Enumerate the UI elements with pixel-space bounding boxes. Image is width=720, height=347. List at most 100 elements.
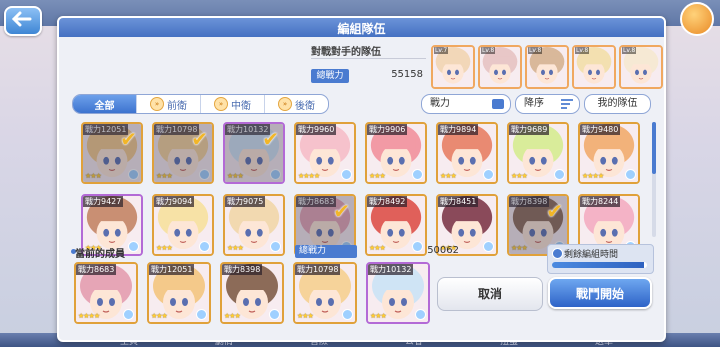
opponent-power-value: 55158 <box>391 69 423 80</box>
card-stars: ★★★ <box>440 172 457 180</box>
team-member-card[interactable]: 戰力8398 ★★★ <box>220 262 284 324</box>
opponent-portrait: Lv.8 <box>525 45 569 89</box>
card-stars: ★★★ <box>227 244 244 252</box>
checkmark-icon: ✔ <box>333 199 350 223</box>
roster-card[interactable]: 戰力9689 ★★★ <box>507 122 569 184</box>
position-icon <box>270 241 281 252</box>
opponent-level: Lv.8 <box>528 47 543 54</box>
position-icon <box>412 169 423 180</box>
roster-card[interactable]: 戰力10132 ★★★ ✔ <box>223 122 285 184</box>
position-icon <box>196 309 207 320</box>
my-team-label: 我的隊伍 <box>597 98 638 109</box>
back-button[interactable] <box>4 6 42 36</box>
roster-card[interactable]: 戰力9480 ★★★★ <box>578 122 640 184</box>
menu-button[interactable] <box>680 2 714 36</box>
remaining-time-panel: 剩餘編組時間 <box>547 244 654 274</box>
card-power: 戰力8244 <box>580 196 621 207</box>
checkmark-icon: ✔ <box>120 127 137 151</box>
opponent-portrait: Lv.7 <box>431 45 475 89</box>
cancel-button[interactable]: 取消 <box>437 277 543 311</box>
card-power: 戰力9960 <box>296 124 337 135</box>
position-icon: » <box>150 97 164 111</box>
opponent-portrait: Lv.8 <box>572 45 616 89</box>
team-member-card[interactable]: 戰力8683 ★★★★ <box>74 262 138 324</box>
tab-label: 前衛 <box>167 100 187 112</box>
opponent-power-label: 總戰力 <box>311 69 349 83</box>
position-icon <box>341 169 352 180</box>
card-power: 戰力9894 <box>438 124 479 135</box>
roster-card[interactable]: 戰力9894 ★★★ <box>436 122 498 184</box>
current-members-label: 當前的成員 <box>75 249 125 260</box>
card-power: 戰力8492 <box>367 196 408 207</box>
roster-card[interactable]: 戰力9960 ★★★★ <box>294 122 356 184</box>
remaining-time-bar <box>552 262 647 268</box>
team-member-card[interactable]: 戰力10132 ★★★ <box>366 262 430 324</box>
checkmark-icon: ✔ <box>546 199 563 223</box>
card-power: 戰力9427 <box>83 196 124 207</box>
roster-card[interactable]: 戰力9094 ★★★ <box>152 194 214 256</box>
scrollbar-thumb[interactable] <box>652 122 656 174</box>
divider <box>311 58 426 59</box>
position-icon <box>128 241 139 252</box>
sort-order-button[interactable]: 降序 <box>515 94 580 114</box>
tab-filter[interactable]: 全部 <box>73 95 136 113</box>
position-icon <box>123 309 134 320</box>
roster-card[interactable]: 戰力10798 ★★★ ✔ <box>152 122 214 184</box>
checkmark-icon: ✔ <box>262 127 279 151</box>
roster-scrollbar[interactable] <box>652 122 656 237</box>
card-stars: ★★★ <box>511 172 528 180</box>
position-icon <box>625 169 636 180</box>
team-formation-dialog: 編組隊伍 對戰對手的隊伍 總戰力 55158 Lv.7 Lv.8 Lv.8 Lv.8 L… <box>57 16 666 342</box>
remaining-time-label: 剩餘編組時間 <box>564 250 619 260</box>
position-icon: » <box>278 97 292 111</box>
card-stars: ★★★★ <box>582 172 604 180</box>
sort-order-label: 降序 <box>524 98 544 109</box>
sort-toggle-icon <box>492 99 504 109</box>
card-stars: ★★★★ <box>298 172 320 180</box>
my-team-button[interactable]: 我的隊伍 <box>584 94 651 114</box>
card-stars: ★★★ <box>224 312 241 320</box>
roster-card[interactable]: 戰力9906 ★★★ <box>365 122 427 184</box>
checkmark-icon: ✔ <box>191 127 208 151</box>
card-power: 戰力9075 <box>225 196 266 207</box>
card-stars: ★★★★ <box>78 312 100 320</box>
card-power: 戰力8451 <box>438 196 479 207</box>
position-icon <box>554 169 565 180</box>
card-stars: ★★★ <box>297 312 314 320</box>
tab-filter[interactable]: » 後衛 <box>264 95 328 113</box>
card-power: 戰力9689 <box>509 124 550 135</box>
position-icon <box>342 309 353 320</box>
card-stars: ★★★ <box>156 244 173 252</box>
roster-card[interactable]: 戰力12051 ★★★ ✔ <box>81 122 143 184</box>
opponent-level: Lv.8 <box>622 47 637 54</box>
tab-label: 中衛 <box>231 100 251 112</box>
card-power: 戰力10798 <box>295 264 341 275</box>
card-power: 戰力8683 <box>76 264 117 275</box>
sort-by-power-label: 戰力 <box>430 98 450 109</box>
position-icon <box>483 169 494 180</box>
tab-filter[interactable]: » 中衛 <box>200 95 264 113</box>
team-member-card[interactable]: 戰力10798 ★★★ <box>293 262 357 324</box>
back-arrow-icon <box>12 11 32 27</box>
card-stars: ★★★ <box>369 172 386 180</box>
card-power: 戰力9480 <box>580 124 621 135</box>
card-power: 戰力9094 <box>154 196 195 207</box>
start-battle-button[interactable]: 戰鬥開始 <box>548 277 652 309</box>
tab-label: 後衛 <box>295 100 315 112</box>
opponent-portraits: Lv.7 Lv.8 Lv.8 Lv.8 Lv.8 <box>431 45 663 89</box>
descending-icon <box>561 99 573 109</box>
card-power: 戰力10132 <box>368 264 414 275</box>
total-power-label: 總戰力 <box>295 245 357 258</box>
opponent-portrait: Lv.8 <box>478 45 522 89</box>
roster-card[interactable]: 戰力9075 ★★★ <box>223 194 285 256</box>
opponent-level: Lv.8 <box>575 47 590 54</box>
tab-label: 全部 <box>94 100 115 112</box>
tab-filter[interactable]: » 前衛 <box>136 95 200 113</box>
sort-by-power-button[interactable]: 戰力 <box>421 94 511 114</box>
position-icon <box>199 241 210 252</box>
team-member-card[interactable]: 戰力12051 ★★★ <box>147 262 211 324</box>
card-stars: ★★★ <box>370 312 387 320</box>
opponent-portrait: Lv.8 <box>619 45 663 89</box>
remaining-time-fill <box>552 262 645 268</box>
card-stars: ★★★ <box>151 312 168 320</box>
